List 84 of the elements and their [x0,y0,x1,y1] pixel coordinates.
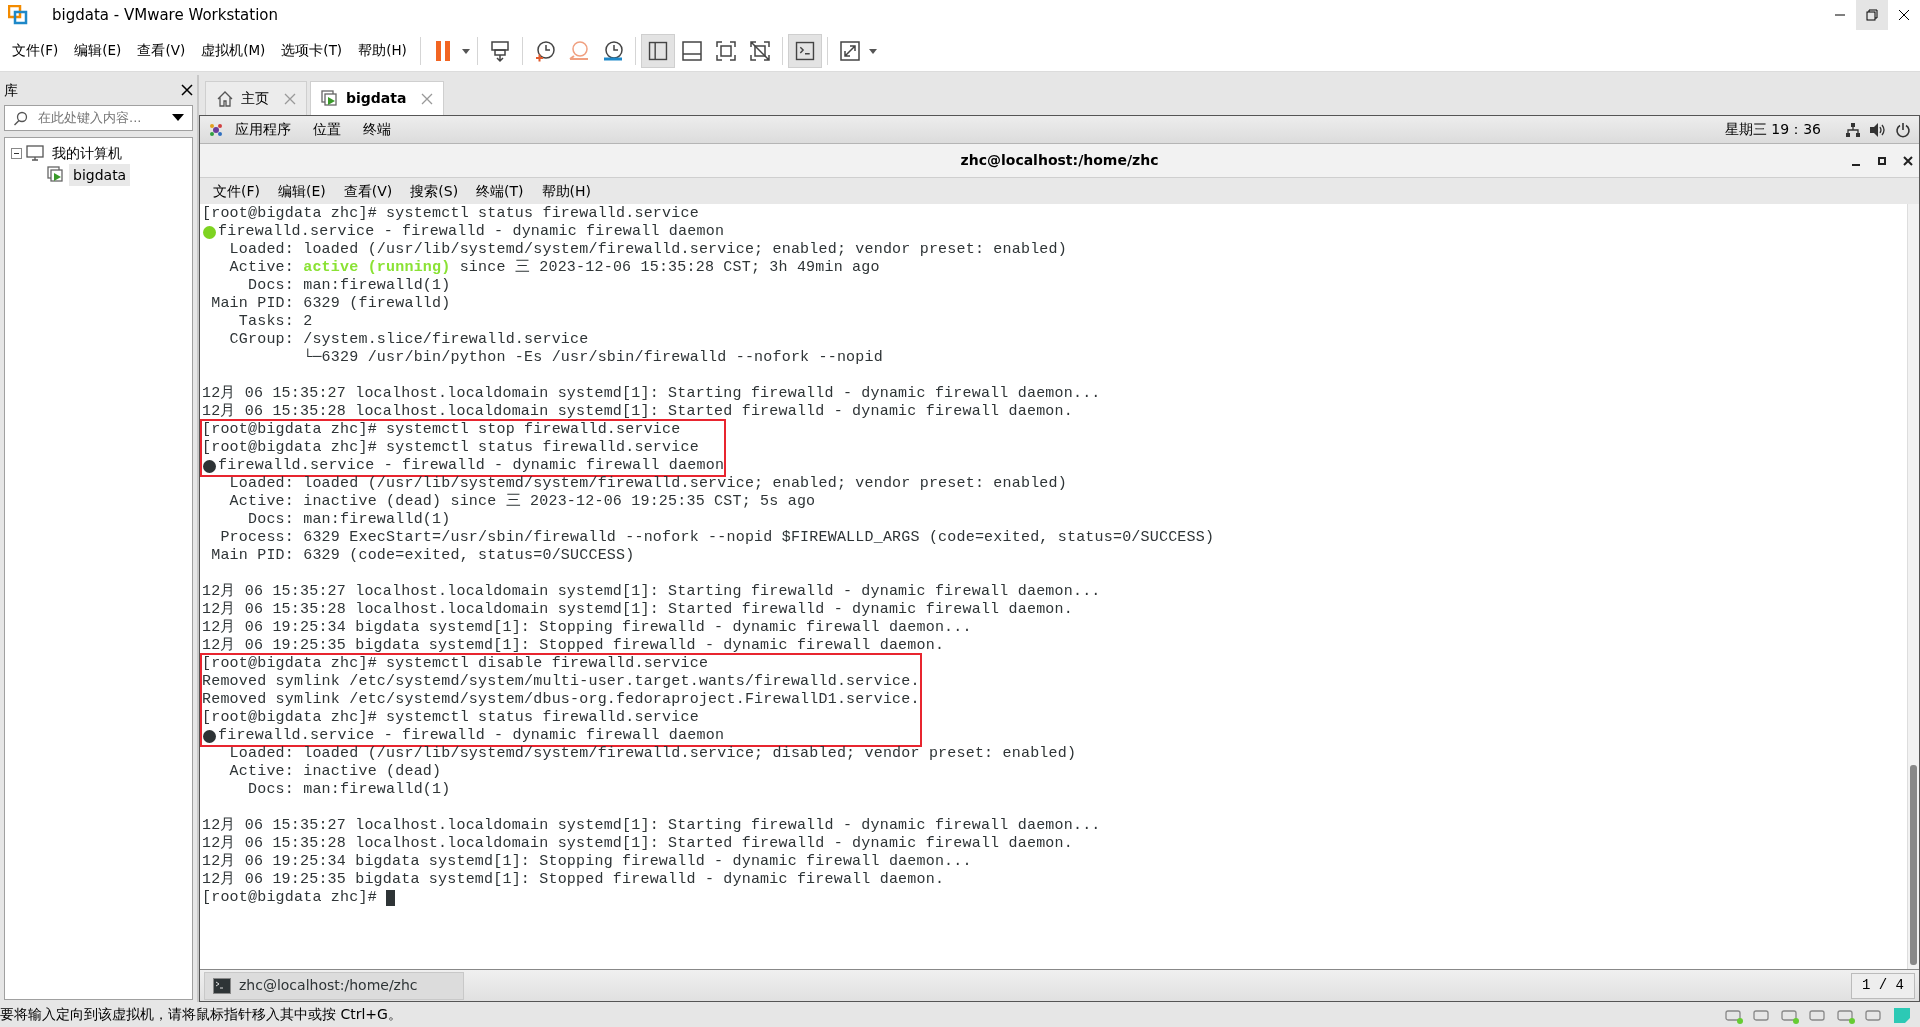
terminal-line: Loaded: loaded (/usr/lib/systemd/system/firewalld.service; disabled; vendor preset: enabled) [228,745,1077,763]
terminal-line: 12月 06 19:25:34 bigdata systemd[1]: Stopping firewalld - dynamic firewall daemon... [202,853,972,871]
library-title: 库 [4,80,18,100]
terminal-icon [213,977,231,994]
close-icon[interactable] [181,84,193,96]
terminal-line: [root@bigdata zhc]# [202,889,378,907]
terminal-menu-item[interactable]: 帮助(H) [532,180,601,202]
terminal-line: firewalld.service - firewalld - dynamic firewall daemon [218,457,725,475]
vm-icon [321,89,339,108]
dropdown-caret-icon[interactable] [172,114,184,122]
power-icon[interactable] [1895,121,1911,138]
menu-item[interactable]: 虚拟机(M) [193,40,274,61]
terminal-line: Active: inactive (dead) [228,763,442,781]
terminal-line: 12月 06 19:25:35 bigdata systemd[1]: Stopped firewalld - dynamic firewall daemon. [202,871,945,889]
terminal-menu-item[interactable]: 终端(T) [467,180,533,202]
workspace-switcher[interactable]: 1 / 4 [1851,972,1915,999]
terminal-line: 12月 06 15:35:28 localhost.localdomain systemd[1]: Started firewalld - dynamic firewall daemon. [202,601,1073,619]
menu-item[interactable]: 编辑(E) [66,40,130,61]
guest-menu-item[interactable]: 位置 [302,119,352,140]
maximize-icon[interactable] [1877,155,1887,166]
vm-icon [47,166,65,184]
terminal-line: CGroup: /system.slice/firewalld.service [228,331,589,348]
terminal-menu-item[interactable]: 搜索(S) [401,180,468,202]
scrollbar-thumb[interactable] [1910,765,1917,965]
terminal-line: [root@bigdata zhc]# systemctl status firewalld.service [202,205,699,223]
terminal-line: 12月 06 15:35:28 localhost.localdomain systemd[1]: Started firewalld - dynamic firewall daemon. [202,403,1073,421]
home-icon [216,89,234,108]
tree-item[interactable]: bigdata [69,164,131,186]
terminal-menu-item[interactable]: 编辑(E) [269,180,335,202]
app-logo-icon [8,5,28,25]
terminal-line: └─6329 /usr/bin/python -Es /usr/sbin/firewalld --nofork --nopid [302,349,883,367]
terminal-line: Main PID: 6329 (code=exited, status=0/SUCCESS) [210,547,635,565]
terminal-line: Tasks: 2 [237,313,313,331]
search-box[interactable]: 在此处键入内容... [4,105,193,131]
taskbar-window-button[interactable]: zhc@localhost:/home/zhc [204,971,464,1000]
monitor-icon [26,145,44,161]
terminal-line: Process: 6329 ExecStart=/usr/sbin/firewalld --nofork --nopid $FIREWALLD_ARGS (code=exited, status=0/SUCCESS) [219,529,1215,547]
terminal-line: 12月 06 19:25:34 bigdata systemd[1]: Stopping firewalld - dynamic firewall daemon... [202,619,972,637]
terminal-menu-item[interactable]: 查看(V) [334,180,402,202]
search-field[interactable]: 在此处键入内容... [36,107,164,129]
terminal-line: Removed symlink /etc/systemd/system/multi-user.target.wants/firewalld.service. [202,673,920,691]
terminal-line: Active: inactive (dead) since 三 2023-12-06 19:25:35 CST; 5s ago [228,493,816,511]
terminal-line: 12月 06 15:35:27 localhost.localdomain systemd[1]: Starting firewalld - dynamic firewall daemon... [202,583,1101,601]
vm-tab[interactable]: bigdata [310,81,445,115]
terminal-line: Docs: man:firewalld(1) [247,781,451,799]
terminal-line: [root@bigdata zhc]# systemctl status firewalld.service [202,439,699,457]
terminal-line: firewalld.service - firewalld - dynamic firewall daemon [218,223,725,241]
terminal-line: Loaded: loaded (/usr/lib/systemd/system/firewalld.service; enabled; vendor preset: enabled) [228,241,1067,259]
terminal-line: Docs: man:firewalld(1) [247,277,451,295]
menu-item[interactable]: 选项卡(T) [273,40,351,61]
terminal-line: [root@bigdata zhc]# systemctl disable firewalld.service [202,655,709,673]
terminal-line: [root@bigdata zhc]# systemctl stop firewalld.service [202,421,681,439]
menu-item[interactable]: 查看(V) [129,40,194,61]
terminal-line: 12月 06 15:35:28 localhost.localdomain systemd[1]: Started firewalld - dynamic firewall daemon. [202,835,1073,853]
terminal-line: Main PID: 6329 (firewalld) [210,295,451,313]
network-icon[interactable] [1845,121,1861,138]
volume-icon[interactable] [1869,121,1887,138]
terminal-line: Active: active (running) since 三 2023-12-06 15:35:28 CST; 3h 49min ago [228,259,880,277]
collapse-toggle-icon[interactable] [11,147,22,159]
sidebar-layout-icon[interactable] [640,33,675,68]
tree-item[interactable]: 我的计算机 [48,142,126,164]
menu-item[interactable]: 文件(F) [4,40,67,61]
status-message: 要将输入定向到该虚拟机，请将鼠标指针移入其中或按 Ctrl+G。 [0,1005,402,1024]
terminal-line: Docs: man:firewalld(1) [247,511,451,529]
clock-text: 星期三 19：36 [1724,120,1821,139]
terminal-line: firewalld.service - firewalld - dynamic firewall daemon [218,727,725,745]
search-icon [13,110,28,126]
restore-icon[interactable] [1856,0,1888,30]
terminal-line: 12月 06 19:25:35 bigdata systemd[1]: Stopped firewalld - dynamic firewall daemon. [202,637,945,655]
terminal-title: zhc@localhost:/home/zhc [960,151,1159,170]
vm-tab[interactable]: 主页 [205,81,307,115]
guest-menu-item[interactable]: 终端 [352,119,402,140]
terminal-line: Loaded: loaded (/usr/lib/systemd/system/firewalld.service; enabled; vendor preset: enabled) [228,475,1067,493]
apps-icon[interactable] [208,121,224,138]
terminal-line: 12月 06 15:35:27 localhost.localdomain systemd[1]: Starting firewalld - dynamic firewall daemon... [202,385,1101,403]
terminal-line: [root@bigdata zhc]# systemctl status firewalld.service [202,709,699,727]
guest-menu-item[interactable]: 应用程序 [224,119,302,140]
terminal-line: 12月 06 15:35:27 localhost.localdomain systemd[1]: Starting firewalld - dynamic firewall daemon... [202,817,1101,835]
menu-item[interactable]: 帮助(H) [350,40,415,61]
close-icon[interactable] [1903,155,1913,166]
window-title: bigdata - VMware Workstation [52,4,279,26]
terminal-menu-item[interactable]: 文件(F) [204,180,269,202]
terminal-icon[interactable] [787,33,822,68]
terminal-line: Removed symlink /etc/systemd/system/dbus-org.fedoraproject.FirewallD1.service. [202,691,920,709]
